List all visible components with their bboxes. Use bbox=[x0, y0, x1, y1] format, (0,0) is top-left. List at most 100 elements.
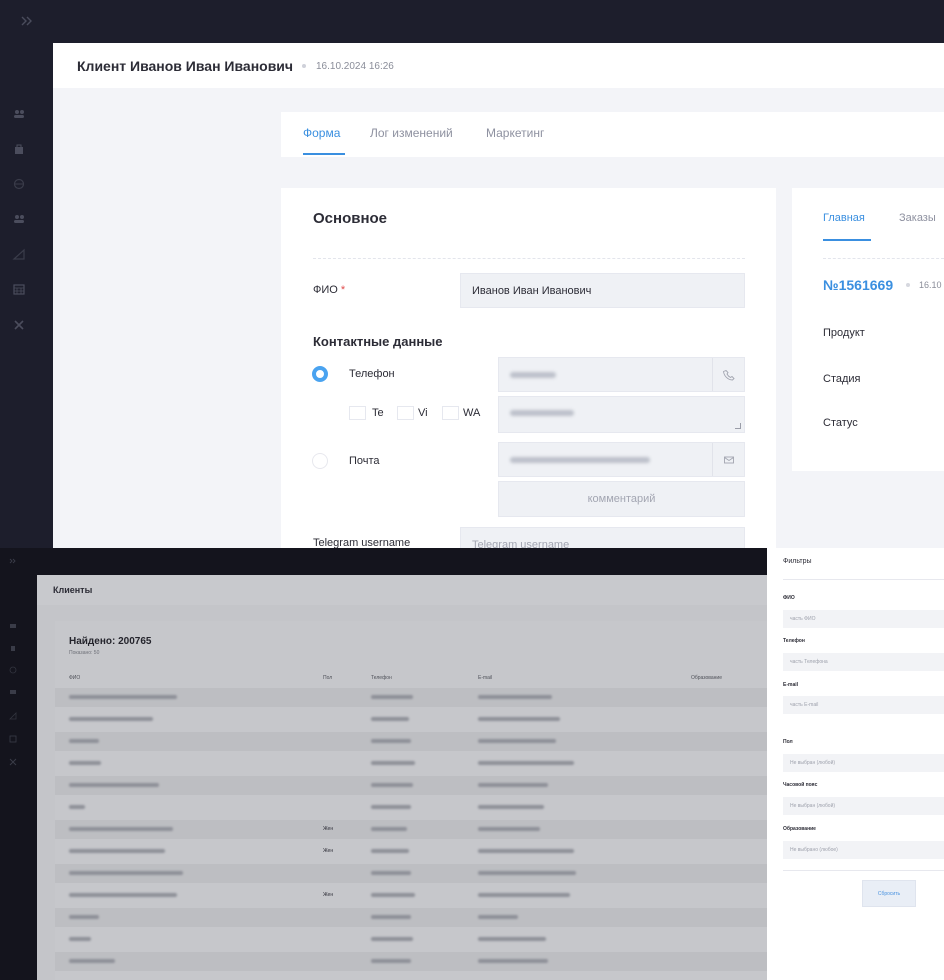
box-icon[interactable] bbox=[9, 666, 17, 674]
resize-handle-icon[interactable] bbox=[735, 423, 741, 429]
phone-radio[interactable] bbox=[312, 366, 328, 382]
filter-fio-input[interactable]: часть ФИО bbox=[783, 610, 944, 628]
shown-count: Показано: 50 bbox=[69, 650, 100, 656]
bag-icon[interactable] bbox=[12, 142, 26, 156]
filter-education-select[interactable]: Не выбрано (любое) bbox=[783, 841, 944, 859]
filter-phone-label: Телефон bbox=[783, 638, 805, 644]
filter-education-label: Образование bbox=[783, 826, 816, 832]
tab-form[interactable]: Форма bbox=[303, 126, 340, 140]
mail-icon[interactable] bbox=[712, 443, 744, 476]
whatsapp-checkbox-label: WA bbox=[463, 407, 481, 419]
users-icon[interactable] bbox=[9, 622, 17, 630]
client-form-screen: Клиент Иванов Иван Иванович 16.10.2024 1… bbox=[0, 0, 944, 548]
telegram-checkbox-label: Te bbox=[372, 407, 384, 419]
filter-email-input[interactable]: часть E-mail bbox=[783, 696, 944, 714]
telegram-checkbox[interactable] bbox=[349, 406, 366, 420]
email-radio[interactable] bbox=[312, 453, 328, 469]
gender-value: Жен bbox=[323, 826, 334, 832]
blurred-email bbox=[510, 456, 650, 463]
table-row[interactable] bbox=[55, 908, 767, 927]
table-row[interactable]: Жен bbox=[55, 820, 767, 839]
separator-dot bbox=[906, 283, 910, 287]
table-row[interactable] bbox=[55, 754, 767, 773]
filter-phone-input[interactable]: часть Телефона bbox=[783, 653, 944, 671]
sidebar bbox=[0, 0, 53, 548]
filter-gender-select[interactable]: Не выбран (любой) bbox=[783, 754, 944, 772]
divider bbox=[313, 258, 745, 259]
users-icon[interactable] bbox=[12, 107, 26, 121]
column-header-gender[interactable]: Пол bbox=[323, 675, 332, 681]
email-comment-textarea[interactable]: комментарий bbox=[498, 481, 745, 517]
reset-filters-button[interactable]: Сбросить bbox=[862, 880, 916, 907]
order-number-link[interactable]: №1561669 bbox=[823, 277, 893, 293]
order-date: 16.10 bbox=[919, 280, 942, 290]
table-row[interactable]: Жен bbox=[55, 842, 767, 861]
box-icon[interactable] bbox=[12, 177, 26, 191]
phone-comment-textarea[interactable] bbox=[498, 396, 745, 433]
found-count: Найдено: 200765 bbox=[69, 636, 152, 647]
filter-timezone-select[interactable]: Не выбран (любой) bbox=[783, 797, 944, 815]
contacts-title: Контактные данные bbox=[313, 334, 443, 349]
email-label: Почта bbox=[349, 455, 380, 467]
tab-marketing[interactable]: Маркетинг bbox=[486, 126, 544, 140]
table-row[interactable] bbox=[55, 776, 767, 795]
fio-input[interactable]: Иванов Иван Иванович bbox=[460, 273, 745, 308]
table-row[interactable] bbox=[55, 798, 767, 817]
blurred-phone bbox=[510, 371, 556, 378]
tab-orders[interactable]: Заказы bbox=[899, 212, 936, 224]
order-panel: Главная Заказы №1561669 16.10 Продукт Ст… bbox=[792, 188, 944, 471]
fio-label: ФИО * bbox=[313, 284, 346, 296]
column-header-fio[interactable]: ФИО bbox=[69, 675, 80, 681]
table-row[interactable] bbox=[55, 732, 767, 751]
gender-value: Жен bbox=[323, 892, 334, 898]
chart-icon[interactable] bbox=[9, 712, 17, 720]
calendar-icon[interactable] bbox=[12, 282, 26, 296]
filter-fio-label: ФИО bbox=[783, 595, 795, 601]
expand-sidebar-icon[interactable] bbox=[9, 557, 17, 565]
table-row[interactable] bbox=[55, 952, 767, 971]
telegram-username-input[interactable]: Telegram username bbox=[460, 527, 745, 548]
column-header-email[interactable]: E-mail bbox=[478, 675, 492, 681]
phone-icon[interactable] bbox=[712, 358, 744, 391]
table-row[interactable] bbox=[55, 688, 767, 707]
whatsapp-checkbox[interactable] bbox=[442, 406, 459, 420]
column-header-phone[interactable]: Телефон bbox=[371, 675, 392, 681]
expand-sidebar-icon[interactable] bbox=[18, 12, 36, 30]
form-card: Основное ФИО * Иванов Иван Иванович Конт… bbox=[281, 188, 776, 548]
team-icon[interactable] bbox=[9, 688, 17, 696]
main-tabs: Форма Лог изменений Маркетинг bbox=[281, 112, 944, 157]
calendar-icon[interactable] bbox=[9, 735, 17, 743]
phone-input[interactable] bbox=[498, 357, 745, 392]
filters-panel: Фильтры ФИО часть ФИО Телефон часть Теле… bbox=[767, 548, 944, 980]
filter-timezone-label: Часовой пояс bbox=[783, 782, 818, 788]
table-row[interactable] bbox=[55, 710, 767, 729]
gender-value: Жен bbox=[323, 848, 334, 854]
top-bar bbox=[0, 0, 944, 43]
tools-icon[interactable] bbox=[9, 758, 17, 766]
email-input[interactable] bbox=[498, 442, 745, 477]
section-title: Основное bbox=[313, 210, 388, 227]
filter-gender-label: Пол bbox=[783, 739, 793, 745]
telegram-username-label: Telegram username bbox=[313, 537, 411, 548]
tab-main[interactable]: Главная bbox=[823, 212, 865, 224]
team-icon[interactable] bbox=[12, 212, 26, 226]
page-title: Клиенты bbox=[53, 585, 93, 595]
tab-change-log[interactable]: Лог изменений bbox=[370, 126, 453, 140]
viber-checkbox[interactable] bbox=[397, 406, 414, 420]
column-header-education[interactable]: Образование bbox=[691, 675, 722, 681]
stage-label: Стадия bbox=[823, 373, 861, 385]
bag-icon[interactable] bbox=[9, 644, 17, 652]
viber-checkbox-label: Vi bbox=[418, 407, 428, 419]
sidebar bbox=[0, 548, 37, 980]
clients-table-card: Найдено: 200765 Показано: 50 ФИО Пол Тел… bbox=[55, 621, 767, 980]
table-row[interactable]: Жен bbox=[55, 886, 767, 905]
header-date: 16.10.2024 16:26 bbox=[316, 61, 394, 72]
table-row[interactable] bbox=[55, 930, 767, 949]
separator-dot bbox=[302, 64, 306, 68]
filters-title: Фильтры bbox=[783, 558, 812, 565]
chart-icon[interactable] bbox=[12, 247, 26, 261]
status-label: Статус bbox=[823, 417, 858, 429]
page-header: Клиент Иванов Иван Иванович 16.10.2024 1… bbox=[53, 43, 944, 88]
tools-icon[interactable] bbox=[12, 318, 26, 332]
table-row[interactable] bbox=[55, 864, 767, 883]
